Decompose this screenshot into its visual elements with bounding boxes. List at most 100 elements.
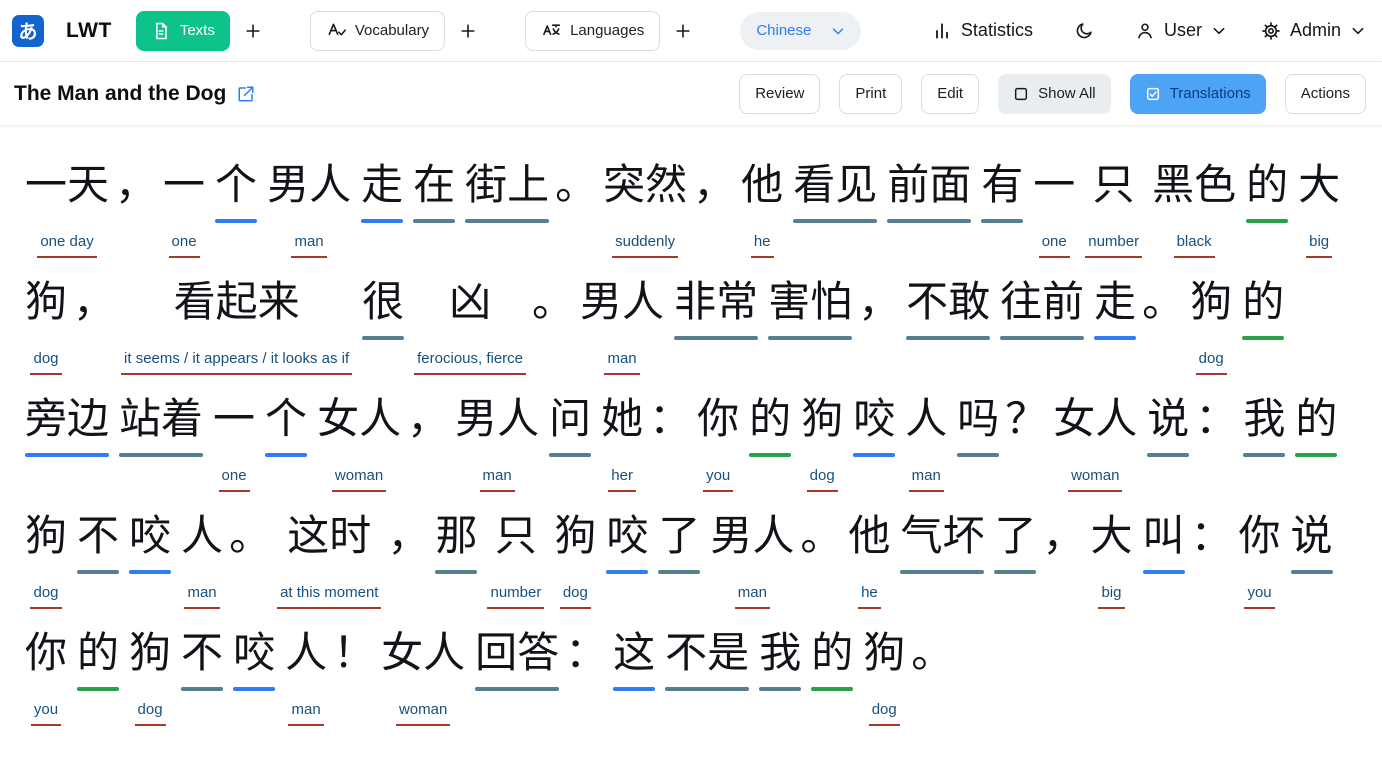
- word[interactable]: 的: [749, 393, 791, 457]
- word[interactable]: 很: [362, 276, 404, 340]
- word[interactable]: 男人man: [267, 159, 351, 258]
- word[interactable]: 街上: [465, 159, 549, 223]
- show-all-toggle[interactable]: Show All: [998, 74, 1111, 114]
- texts-button[interactable]: Texts: [136, 11, 230, 51]
- word[interactable]: 一one: [1033, 159, 1075, 258]
- review-button[interactable]: Review: [739, 74, 820, 114]
- word[interactable]: 咬: [853, 393, 895, 457]
- word[interactable]: 的: [1242, 276, 1284, 340]
- word[interactable]: 的: [77, 627, 119, 691]
- word[interactable]: 个: [215, 159, 257, 223]
- word[interactable]: 走: [361, 159, 403, 223]
- word[interactable]: 她her: [601, 393, 643, 492]
- language-selector[interactable]: Chinese: [740, 12, 861, 50]
- word[interactable]: 狗dog: [129, 627, 171, 726]
- word[interactable]: 这时at this moment: [277, 510, 381, 609]
- word[interactable]: 他he: [848, 510, 890, 609]
- word[interactable]: 咬: [233, 627, 275, 691]
- word[interactable]: 狗dog: [554, 510, 596, 609]
- word[interactable]: 狗dog: [1190, 276, 1232, 375]
- word[interactable]: 害怕: [768, 276, 852, 340]
- word[interactable]: 女人woman: [317, 393, 401, 492]
- word[interactable]: 非常: [674, 276, 758, 340]
- word[interactable]: 有: [981, 159, 1023, 223]
- word[interactable]: 这: [613, 627, 655, 691]
- user-menu[interactable]: User: [1135, 20, 1227, 41]
- add-text-button[interactable]: [236, 14, 270, 48]
- word[interactable]: 他he: [741, 159, 783, 258]
- print-button[interactable]: Print: [839, 74, 902, 114]
- word[interactable]: 咬: [606, 510, 648, 574]
- word[interactable]: 旁边: [25, 393, 109, 457]
- word[interactable]: 看起来it seems / it appears / it looks as i…: [121, 276, 352, 375]
- statistics-link[interactable]: Statistics: [932, 20, 1033, 41]
- word[interactable]: 说: [1291, 510, 1333, 574]
- word[interactable]: 只number: [1085, 159, 1142, 258]
- word[interactable]: 女人woman: [381, 627, 465, 726]
- word[interactable]: 不是: [665, 627, 749, 691]
- word[interactable]: 的: [811, 627, 853, 691]
- translations-toggle[interactable]: Translations: [1130, 74, 1266, 114]
- word[interactable]: 狗dog: [801, 393, 843, 492]
- word[interactable]: 气坏: [900, 510, 984, 574]
- punctuation: ：: [1195, 393, 1237, 445]
- word[interactable]: 走: [1094, 276, 1136, 340]
- dark-mode-toggle[interactable]: [1067, 14, 1101, 48]
- word[interactable]: 男人man: [710, 510, 794, 609]
- vocabulary-button[interactable]: Vocabulary: [310, 11, 445, 51]
- word[interactable]: 站着: [119, 393, 203, 457]
- word[interactable]: 那: [435, 510, 477, 574]
- word[interactable]: 大big: [1090, 510, 1132, 609]
- word[interactable]: 狗dog: [25, 276, 67, 375]
- word[interactable]: 前面: [887, 159, 971, 223]
- word[interactable]: 吗: [957, 393, 999, 457]
- word[interactable]: 只number: [487, 510, 544, 609]
- word[interactable]: 你you: [25, 627, 67, 726]
- word[interactable]: 回答: [475, 627, 559, 691]
- admin-menu[interactable]: Admin: [1261, 20, 1366, 41]
- word[interactable]: 你you: [697, 393, 739, 492]
- add-language-button[interactable]: [666, 14, 700, 48]
- word[interactable]: 了: [994, 510, 1036, 574]
- word[interactable]: 了: [658, 510, 700, 574]
- external-link-icon[interactable]: [237, 85, 255, 103]
- word[interactable]: 突然suddenly: [603, 159, 687, 258]
- brand[interactable]: LWT: [66, 19, 112, 43]
- word[interactable]: 叫: [1143, 510, 1185, 574]
- word[interactable]: 看见: [793, 159, 877, 223]
- word[interactable]: 的: [1295, 393, 1337, 457]
- word[interactable]: 男人man: [580, 276, 664, 375]
- word[interactable]: 人man: [285, 627, 327, 726]
- word[interactable]: 一one: [163, 159, 205, 258]
- word[interactable]: 我: [1243, 393, 1285, 457]
- word[interactable]: 不: [181, 627, 223, 691]
- word[interactable]: 一one: [213, 393, 255, 492]
- app-logo[interactable]: あ: [12, 15, 44, 47]
- word[interactable]: 黑色black: [1152, 159, 1236, 258]
- word[interactable]: 凶ferocious, fierce: [414, 276, 526, 375]
- word[interactable]: 狗dog: [25, 510, 67, 609]
- word[interactable]: 男人man: [455, 393, 539, 492]
- word[interactable]: 在: [413, 159, 455, 223]
- word[interactable]: 狗dog: [863, 627, 905, 726]
- word[interactable]: 不敢: [906, 276, 990, 340]
- word[interactable]: 问: [549, 393, 591, 457]
- word[interactable]: 人man: [181, 510, 223, 609]
- word[interactable]: 往前: [1000, 276, 1084, 340]
- word[interactable]: 的: [1246, 159, 1288, 223]
- word[interactable]: 人man: [905, 393, 947, 492]
- word[interactable]: 咬: [129, 510, 171, 574]
- word[interactable]: 女人woman: [1053, 393, 1137, 492]
- word[interactable]: 大big: [1298, 159, 1340, 258]
- word[interactable]: 我: [759, 627, 801, 691]
- actions-button[interactable]: Actions: [1285, 74, 1366, 114]
- edit-button[interactable]: Edit: [921, 74, 979, 114]
- word[interactable]: 一天one day: [25, 159, 109, 258]
- word[interactable]: 说: [1147, 393, 1189, 457]
- add-vocabulary-button[interactable]: [451, 14, 485, 48]
- word[interactable]: 个: [265, 393, 307, 457]
- word[interactable]: 你you: [1239, 510, 1281, 609]
- languages-button[interactable]: Languages: [525, 11, 660, 51]
- punctuation: ，: [858, 276, 900, 328]
- word[interactable]: 不: [77, 510, 119, 574]
